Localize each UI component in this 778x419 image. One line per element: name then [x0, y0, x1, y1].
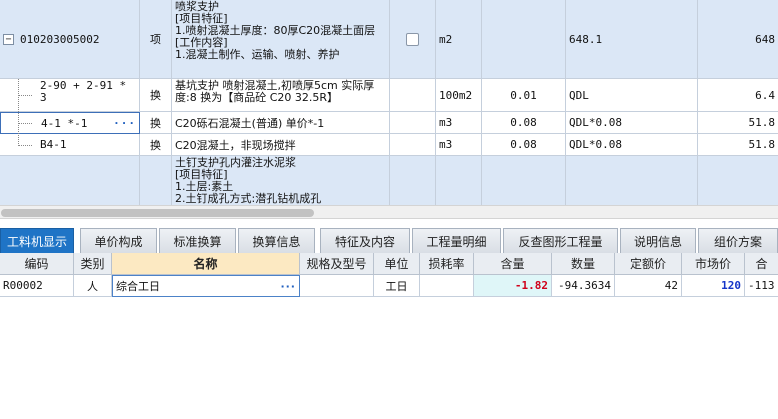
quantity-expr-cell: 0.08 — [482, 112, 566, 134]
tab-description-info[interactable]: 说明信息 — [620, 228, 696, 253]
column-header-category[interactable]: 类别 — [74, 253, 112, 275]
total-cell: -113 — [745, 275, 778, 297]
unit-cell — [436, 156, 482, 205]
name-line: 1.混凝土制作、运输、喷射、养护 — [175, 48, 340, 61]
amount-cell: -94.3634 — [552, 275, 615, 297]
type-cell: 换 — [140, 79, 172, 112]
upper-grid: − 010203005002 项 喷浆支护 [项目特征] 1.喷射混凝土厚度：8… — [0, 0, 778, 205]
unit-cell: 100m2 — [436, 79, 482, 112]
type-cell: 项 — [140, 0, 172, 79]
unit-cell: m2 — [436, 0, 482, 79]
table-row[interactable]: − 010203005002 项 喷浆支护 [项目特征] 1.喷射混凝土厚度：8… — [0, 0, 778, 79]
quantity-cell: 648.1 — [566, 0, 698, 79]
name-value: 综合工日 — [116, 280, 160, 293]
content-value: -1.82 — [514, 279, 548, 292]
code-cell[interactable]: R00002 — [0, 275, 74, 297]
name-cell: 土钉支护孔内灌注水泥浆 [项目特征] 1.土层:素土 2.土钉成孔方式:潜孔钻机… — [172, 156, 390, 205]
quantity-cell: QDL*0.08 — [566, 134, 698, 156]
row-code: B4-1 — [40, 138, 67, 151]
type-cell — [140, 156, 172, 205]
quantity-expr-cell: 0.01 — [482, 79, 566, 112]
tab-quantity-details[interactable]: 工程量明细 — [412, 228, 501, 253]
column-header-quota-price[interactable]: 定额价 — [615, 253, 682, 275]
more-button[interactable]: ··· — [113, 117, 136, 130]
code-cell[interactable]: − 010203005002 — [0, 0, 140, 79]
detail-tabs: 工料机显示 单价构成 标准换算 换算信息 特征及内容 工程量明细 反查图形工程量… — [0, 228, 778, 253]
column-header-name[interactable]: 名称 — [112, 253, 300, 275]
tree-connector — [18, 95, 32, 96]
checkbox-cell — [390, 134, 436, 156]
tree-connector — [18, 145, 32, 146]
category-cell[interactable]: 人 — [74, 275, 112, 297]
table-row[interactable]: B4-1 换 C20混凝土，非现场搅拌 m3 0.08 QDL*0.08 51.… — [0, 134, 778, 156]
value-cell: 6.4 — [698, 79, 778, 112]
column-header-spec[interactable]: 规格及型号 — [300, 253, 374, 275]
name-input[interactable]: 综合工日 ··· — [112, 275, 300, 297]
more-button[interactable]: ··· — [280, 280, 296, 293]
column-header-amount[interactable]: 数量 — [552, 253, 615, 275]
collapse-icon[interactable]: − — [3, 33, 14, 45]
unit-cell: m3 — [436, 134, 482, 156]
column-header-total[interactable]: 合 — [745, 253, 778, 275]
name-cell: 喷浆支护 [项目特征] 1.喷射混凝土厚度：80厚C20混凝土面层 [工作内容]… — [172, 0, 390, 79]
type-cell: 换 — [140, 134, 172, 156]
tab-labor-material-machine[interactable]: 工料机显示 — [0, 228, 74, 253]
checkbox-cell — [390, 112, 436, 134]
column-header-market-price[interactable]: 市场价 — [682, 253, 745, 275]
column-header-content[interactable]: 含量 — [474, 253, 552, 275]
row-code: 010203005002 — [20, 32, 100, 46]
name-line: 2.土钉成孔方式:潜孔钻机成孔 — [175, 192, 322, 205]
column-header-unit[interactable]: 单位 — [374, 253, 420, 275]
horizontal-scrollbar[interactable] — [0, 205, 778, 219]
tab-unit-price-composition[interactable]: 单价构成 — [80, 228, 157, 253]
market-price-cell[interactable]: 120 — [682, 275, 745, 297]
loss-rate-cell[interactable] — [420, 275, 474, 297]
spec-cell[interactable] — [300, 275, 374, 297]
tree-connector — [18, 79, 19, 146]
table-row[interactable]: R00002 人 综合工日 ··· 工日 -1.82 -94.3634 42 1… — [0, 275, 778, 297]
tree-connector — [18, 123, 32, 124]
value-cell: 648 — [698, 0, 778, 79]
value-cell: 51.8 — [698, 112, 778, 134]
quantity-expr-cell: 0.08 — [482, 134, 566, 156]
checkbox-cell — [390, 79, 436, 112]
unit-cell[interactable]: 工日 — [374, 275, 420, 297]
lower-grid: 编码 类别 名称 规格及型号 单位 损耗率 含量 数量 定额价 市场价 合 R0… — [0, 253, 778, 419]
table-row[interactable]: 2-90 + 2-91 * 3 换 基坑支护 喷射混凝土,初喷厚5cm 实际厚度… — [0, 79, 778, 112]
quantity-cell: QDL*0.08 — [566, 112, 698, 134]
quantity-cell — [566, 156, 698, 205]
checkbox-cell[interactable] — [390, 0, 436, 79]
row-checkbox[interactable] — [406, 32, 419, 46]
quota-price-cell: 42 — [615, 275, 682, 297]
table-row[interactable]: 土钉支护孔内灌注水泥浆 [项目特征] 1.土层:素土 2.土钉成孔方式:潜孔钻机… — [0, 156, 778, 205]
column-header-code[interactable]: 编码 — [0, 253, 74, 275]
market-price-value: 120 — [721, 279, 741, 292]
scrollbar-thumb[interactable] — [1, 209, 314, 217]
name-cell: C20砾石混凝土(普通) 单价*-1 — [172, 112, 390, 134]
unit-cell: m3 — [436, 112, 482, 134]
quantity-cell: QDL — [566, 79, 698, 112]
checkbox-cell — [390, 156, 436, 205]
header-row: 编码 类别 名称 规格及型号 单位 损耗率 含量 数量 定额价 市场价 合 — [0, 253, 778, 275]
column-header-loss-rate[interactable]: 损耗率 — [420, 253, 474, 275]
quantity-expr-cell — [482, 0, 566, 79]
type-cell: 换 — [140, 112, 172, 134]
quantity-expr-cell — [482, 156, 566, 205]
tab-features-content[interactable]: 特征及内容 — [320, 228, 410, 253]
value-cell: 51.8 — [698, 134, 778, 156]
row-code: 4-1 *-1 — [41, 116, 88, 130]
tab-pricing-scheme[interactable]: 组价方案 — [698, 228, 778, 253]
table-row[interactable]: 4-1 *-1 ··· 换 C20砾石混凝土(普通) 单价*-1 m3 0.08… — [0, 112, 778, 134]
code-cell[interactable] — [0, 156, 140, 205]
row-code: 2-90 + 2-91 * 3 — [40, 79, 127, 104]
tab-standard-conversion[interactable]: 标准换算 — [159, 228, 236, 253]
content-cell[interactable]: -1.82 — [474, 275, 552, 297]
tab-conversion-info[interactable]: 换算信息 — [238, 228, 315, 253]
value-cell — [698, 156, 778, 205]
name-cell: 基坑支护 喷射混凝土,初喷厚5cm 实际厚度:8 换为【商品砼 C20 32.5… — [172, 79, 390, 112]
tab-reverse-lookup-quantity[interactable]: 反查图形工程量 — [503, 228, 618, 253]
name-cell: C20混凝土，非现场搅拌 — [172, 134, 390, 156]
